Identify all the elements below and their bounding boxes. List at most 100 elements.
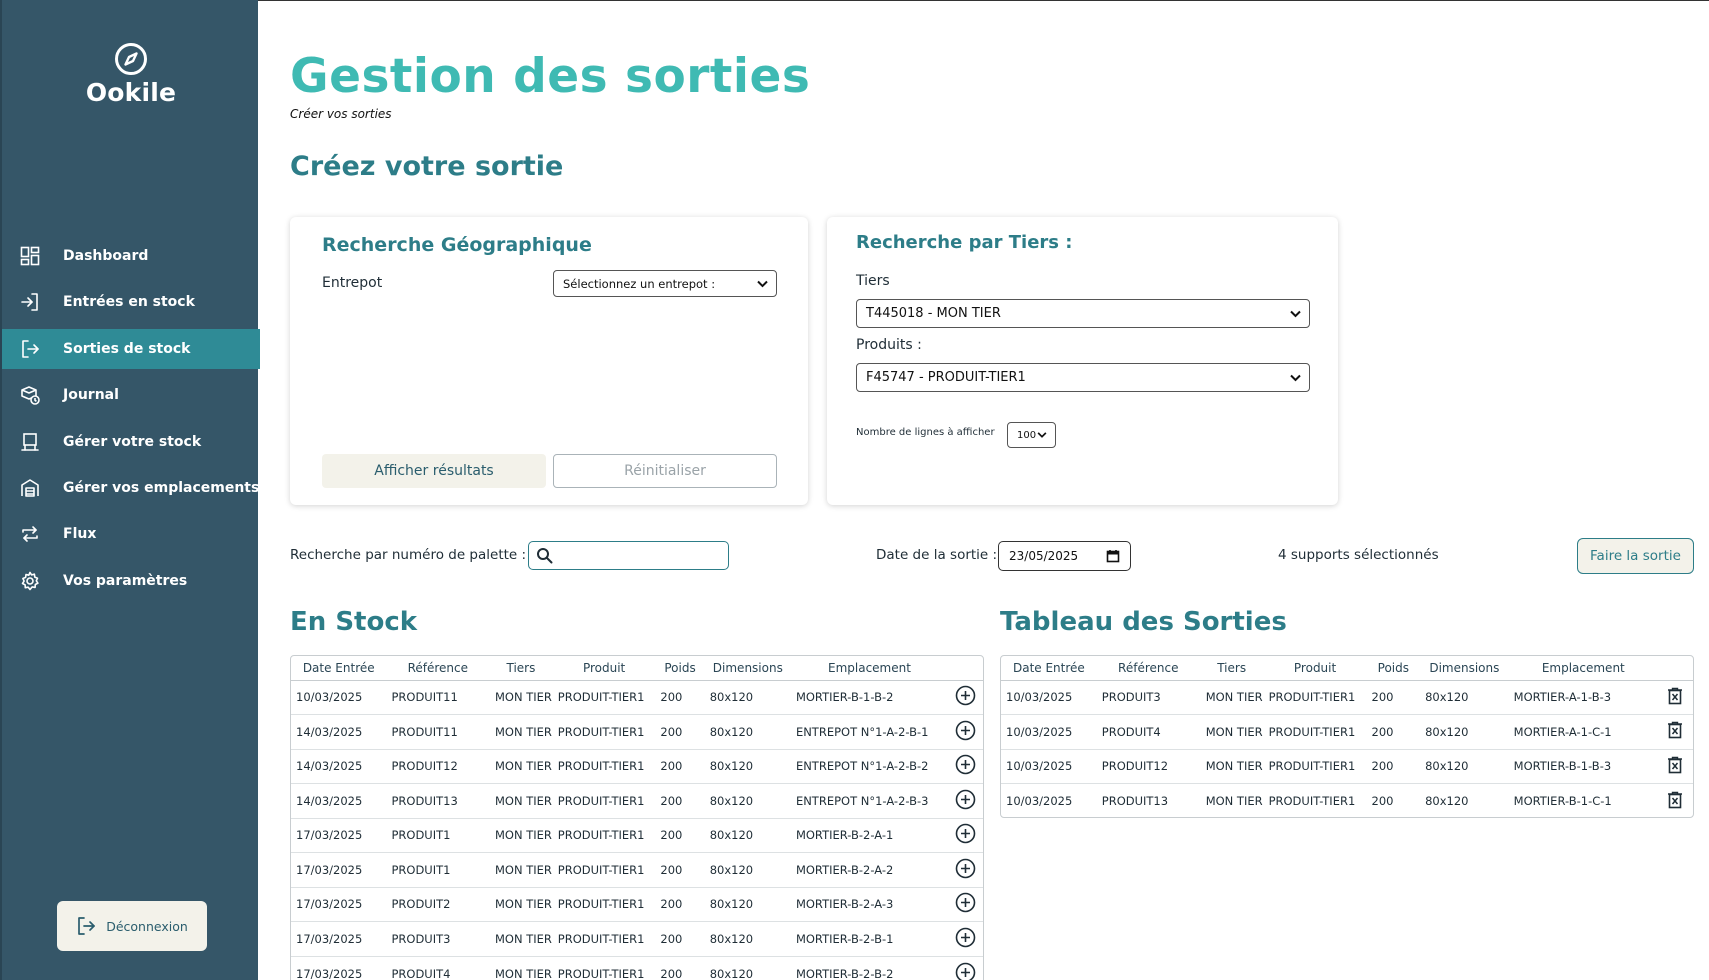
dashboard-icon bbox=[19, 245, 41, 267]
table-cell: MORTIER-B-2-A-1 bbox=[790, 818, 949, 853]
table-cell: 200 bbox=[1366, 680, 1421, 715]
add-to-sortie-button[interactable] bbox=[948, 921, 983, 957]
table-cell: 80x120 bbox=[704, 818, 791, 853]
table-cell: 80x120 bbox=[1420, 680, 1509, 715]
sidebar-item-label: Journal bbox=[63, 387, 119, 404]
selected-count: 4 supports sélectionnés bbox=[1278, 547, 1439, 563]
sidebar-item-parametres[interactable]: Vos paramètres bbox=[2, 561, 260, 601]
palette-search-input[interactable] bbox=[528, 541, 729, 570]
tiers-label: Tiers bbox=[856, 273, 890, 289]
table-row: 17/03/2025 PRODUIT2 MON TIER PRODUIT-TIER1 2… bbox=[291, 887, 983, 922]
table-cell: MORTIER-B-2-A-2 bbox=[790, 852, 949, 888]
logout-button[interactable]: Déconnexion bbox=[57, 901, 207, 951]
table-cell: MORTIER-B-2-A-3 bbox=[790, 887, 949, 922]
remove-sortie-button[interactable] bbox=[1657, 749, 1693, 784]
table-cell: ENTREPOT N°1-A-2-B-1 bbox=[790, 714, 949, 750]
lines-count-select[interactable]: 100 bbox=[1007, 422, 1056, 448]
table-cell: MORTIER-B-2-B-1 bbox=[790, 921, 949, 957]
add-to-sortie-button[interactable] bbox=[948, 956, 983, 980]
tiers-select[interactable]: T445018 - MON TIER bbox=[856, 299, 1310, 328]
sidebar-item-label: Gérer vos emplacements bbox=[63, 479, 260, 496]
table-cell: 10/03/2025 bbox=[1001, 714, 1097, 750]
show-results-button[interactable]: Afficher résultats bbox=[322, 454, 546, 488]
brand-name: Ookile bbox=[85, 78, 177, 107]
geo-search-card: Recherche Géographique Entrepot Sélectio… bbox=[290, 217, 808, 505]
table-cell: PRODUIT-TIER1 bbox=[1268, 794, 1356, 808]
chevron-down-icon bbox=[1290, 310, 1301, 317]
add-to-sortie-button[interactable] bbox=[948, 714, 983, 750]
table-cell: PRODUIT-TIER1 bbox=[552, 818, 656, 853]
table-row: 17/03/2025 PRODUIT1 MON TIER PRODUIT-TIER1 2… bbox=[291, 818, 983, 853]
lines-count-label: Nombre de lignes à afficher bbox=[856, 427, 995, 438]
table-cell: 80x120 bbox=[704, 749, 791, 784]
column-header: Produit bbox=[1263, 656, 1367, 681]
table-row: 17/03/2025 PRODUIT4 MON TIER PRODUIT-TIER1 2… bbox=[291, 956, 983, 980]
sidebar-item-dashboard[interactable]: Dashboard bbox=[2, 236, 260, 276]
table-cell: 80x120 bbox=[704, 887, 791, 922]
table-row: 10/03/2025 PRODUIT3 MON TIER PRODUIT-TIER1 2… bbox=[1001, 680, 1693, 715]
table-row: 17/03/2025 PRODUIT1 MON TIER PRODUIT-TIER1 2… bbox=[291, 852, 983, 888]
add-to-sortie-button[interactable] bbox=[948, 783, 983, 819]
calendar-icon bbox=[1106, 550, 1120, 563]
tiers-select-value: T445018 - MON TIER bbox=[866, 306, 1001, 321]
palette-search-label: Recherche par numéro de palette : bbox=[290, 547, 527, 563]
table-cell: 200 bbox=[655, 680, 705, 715]
table-cell: 17/03/2025 bbox=[291, 852, 387, 888]
sidebar-item-emplacements[interactable]: Gérer vos emplacements bbox=[2, 468, 260, 508]
delete-icon bbox=[1668, 722, 1683, 739]
geo-search-title: Recherche Géographique bbox=[322, 234, 592, 256]
sorties-table-title: Tableau des Sorties bbox=[1000, 607, 1287, 637]
table-cell: 14/03/2025 bbox=[291, 714, 387, 750]
add-to-sortie-button[interactable] bbox=[948, 749, 983, 784]
table-cell: 80x120 bbox=[1420, 714, 1509, 750]
table-cell: PRODUIT1 bbox=[386, 818, 490, 853]
table-cell: PRODUIT11 bbox=[386, 714, 490, 750]
table-cell: PRODUIT-TIER1 bbox=[1263, 749, 1367, 784]
add-circle-icon bbox=[955, 754, 976, 775]
column-header: Dimensions bbox=[1420, 656, 1509, 681]
table-cell: 80x120 bbox=[704, 921, 791, 957]
produits-select[interactable]: F45747 - PRODUIT-TIER1 bbox=[856, 363, 1310, 392]
add-to-sortie-button[interactable] bbox=[948, 680, 983, 715]
remove-sortie-button[interactable] bbox=[1658, 784, 1693, 818]
table-cell: PRODUIT13 bbox=[1101, 794, 1169, 808]
remove-sortie-button[interactable] bbox=[1657, 680, 1693, 715]
journal-icon bbox=[19, 384, 41, 406]
table-cell: PRODUIT-TIER1 bbox=[1263, 714, 1367, 750]
entrepot-select[interactable]: Sélectionnez un entrepot : bbox=[553, 270, 777, 297]
sidebar-item-entrees[interactable]: Entrées en stock bbox=[2, 282, 260, 322]
remove-sortie-button[interactable] bbox=[1657, 714, 1693, 750]
table-cell: MON TIER bbox=[1205, 794, 1263, 808]
table-cell: 200 bbox=[1366, 749, 1421, 784]
page-subtitle: Créer vos sorties bbox=[290, 107, 392, 121]
produits-select-value: F45747 - PRODUIT-TIER1 bbox=[866, 370, 1026, 385]
table-cell: 200 bbox=[655, 714, 705, 750]
chevron-down-icon bbox=[757, 280, 768, 287]
table-cell: 200 bbox=[655, 921, 705, 957]
sidebar-item-flux[interactable]: Flux bbox=[2, 514, 260, 554]
table-cell: ENTREPOT N°1-A-2-B-2 bbox=[790, 749, 949, 784]
sidebar-item-journal[interactable]: Journal bbox=[2, 375, 260, 415]
add-to-sortie-button[interactable] bbox=[948, 818, 983, 853]
brand-logo[interactable]: Ookile bbox=[2, 42, 260, 107]
table-cell: MON TIER bbox=[489, 749, 553, 784]
sidebar-item-label: Sorties de stock bbox=[63, 340, 191, 357]
table-cell: ENTREPOT N°1-A-2-B-3 bbox=[790, 783, 949, 819]
tiers-search-card: Recherche par Tiers : Tiers T445018 - MO… bbox=[827, 217, 1338, 505]
reset-button[interactable]: Réinitialiser bbox=[553, 454, 777, 488]
table-cell: PRODUIT4 bbox=[391, 966, 451, 980]
column-header: Produit bbox=[552, 656, 656, 681]
sidebar-item-sorties[interactable]: Sorties de stock bbox=[2, 328, 260, 369]
sorties-table: Date Entrée Référence Tiers Produit Poids Dim… bbox=[1000, 655, 1694, 818]
chevron-down-icon bbox=[1290, 374, 1301, 381]
flux-icon bbox=[19, 523, 41, 545]
table-cell: PRODUIT12 bbox=[1096, 749, 1200, 784]
sidebar-item-stock[interactable]: Gérer votre stock bbox=[2, 422, 260, 462]
add-to-sortie-button[interactable] bbox=[948, 887, 983, 922]
faire-sortie-button[interactable]: Faire la sortie bbox=[1577, 538, 1694, 574]
table-cell: PRODUIT-TIER1 bbox=[552, 921, 656, 957]
add-to-sortie-button[interactable] bbox=[948, 852, 983, 888]
date-sortie-input[interactable]: 23/05/2025 bbox=[998, 541, 1131, 571]
table-cell: 14/03/2025 bbox=[291, 749, 387, 784]
table-cell: 80x120 bbox=[704, 714, 791, 750]
